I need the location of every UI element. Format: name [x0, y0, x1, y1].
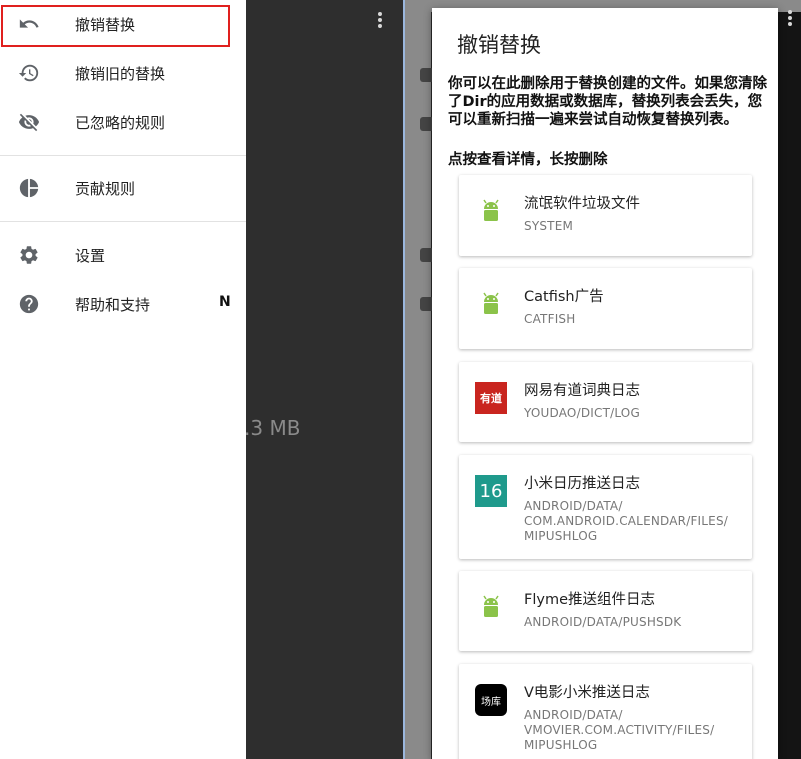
replace-item-card[interactable]: 流氓软件垃圾文件 SYSTEM [459, 175, 752, 256]
item-path: SYSTEM [524, 219, 574, 233]
eye-off-icon [18, 113, 40, 132]
overflow-menu-icon[interactable] [785, 10, 795, 30]
drawer-item-undo-replace[interactable]: 撤销替换 [0, 0, 246, 48]
item-title: 流氓软件垃圾文件 [524, 196, 640, 212]
new-badge: N [219, 294, 231, 310]
item-path: ANDROID/DATA/ COM.ANDROID.CALENDAR/FILES… [524, 499, 729, 543]
vmovier-logo-icon: 场库 [475, 684, 507, 716]
drawer-item-ignored-rules[interactable]: 已忽略的规则 [0, 98, 246, 146]
drawer-item-label: 撤销旧的替换 [75, 65, 166, 83]
left-screenshot: .3 MB 撤销替换 撤销旧的替换 已忽略的规则 贡献规则 设置 帮助和支持 N [0, 0, 403, 759]
item-title: 网易有道词典日志 [524, 383, 640, 399]
item-path: CATFISH [524, 312, 576, 326]
undo-icon [19, 19, 39, 28]
drawer-item-help-support[interactable]: 帮助和支持 N [0, 280, 246, 328]
drawer-divider [0, 221, 246, 222]
dialog-title: 撤销替换 [457, 33, 541, 57]
drawer-item-undo-old-replace[interactable]: 撤销旧的替换 [0, 49, 246, 97]
drawer-divider [0, 155, 246, 156]
drawer-item-settings[interactable]: 设置 [0, 231, 246, 279]
undo-replace-dialog: 撤销替换 你可以在此删除用于替换创建的文件。如果您清除了Dir的应用数据或数据库… [432, 8, 778, 759]
navigation-drawer: 撤销替换 撤销旧的替换 已忽略的规则 贡献规则 设置 帮助和支持 N [0, 0, 246, 759]
youdao-logo-icon: 有道 [475, 382, 507, 414]
item-path: YOUDAO/DICT/LOG [524, 406, 640, 420]
replace-item-card[interactable]: Catfish广告 CATFISH [459, 268, 752, 349]
item-title: Flyme推送组件日志 [524, 592, 655, 608]
replace-item-card[interactable]: 16 小米日历推送日志 ANDROID/DATA/ COM.ANDROID.CA… [459, 455, 752, 559]
item-title: 小米日历推送日志 [524, 476, 640, 492]
item-path: ANDROID/DATA/ VMOVIER.COM.ACTIVITY/FILES… [524, 708, 715, 752]
right-screenshot: 撤销替换 你可以在此删除用于替换创建的文件。如果您清除了Dir的应用数据或数据库… [405, 0, 801, 759]
item-title: Catfish广告 [524, 289, 604, 305]
android-icon [483, 199, 499, 221]
replace-item-card[interactable]: Flyme推送组件日志 ANDROID/DATA/PUSHSDK [459, 571, 752, 651]
drawer-item-label: 撤销替换 [75, 16, 136, 34]
drawer-item-label: 帮助和支持 [75, 296, 151, 314]
android-icon [483, 292, 499, 314]
dimmed-background [405, 0, 431, 759]
gear-icon [20, 246, 38, 264]
history-icon [18, 64, 39, 82]
drawer-item-label: 贡献规则 [75, 180, 136, 198]
drawer-item-contribute-rules[interactable]: 贡献规则 [0, 164, 246, 212]
calendar-logo-icon: 16 [475, 475, 507, 507]
replace-item-card[interactable]: 有道 网易有道词典日志 YOUDAO/DICT/LOG [459, 362, 752, 442]
replace-item-card[interactable]: 场库 V电影小米推送日志 ANDROID/DATA/ VMOVIER.COM.A… [459, 664, 752, 759]
storage-size-text: .3 MB [244, 416, 301, 440]
dialog-description: 你可以在此删除用于替换创建的文件。如果您清除了Dir的应用数据或数据库，替换列表… [448, 76, 767, 128]
dialog-hint: 点按查看详情，长按删除 [448, 152, 608, 168]
dimmed-background-right [778, 12, 801, 759]
item-title: V电影小米推送日志 [524, 685, 650, 701]
pie-chart-icon [19, 178, 39, 198]
help-icon [19, 294, 39, 314]
overflow-menu-icon[interactable] [374, 12, 386, 32]
item-path: ANDROID/DATA/PUSHSDK [524, 615, 682, 629]
android-icon [483, 595, 499, 617]
drawer-item-label: 已忽略的规则 [75, 114, 166, 132]
drawer-item-label: 设置 [75, 247, 106, 265]
